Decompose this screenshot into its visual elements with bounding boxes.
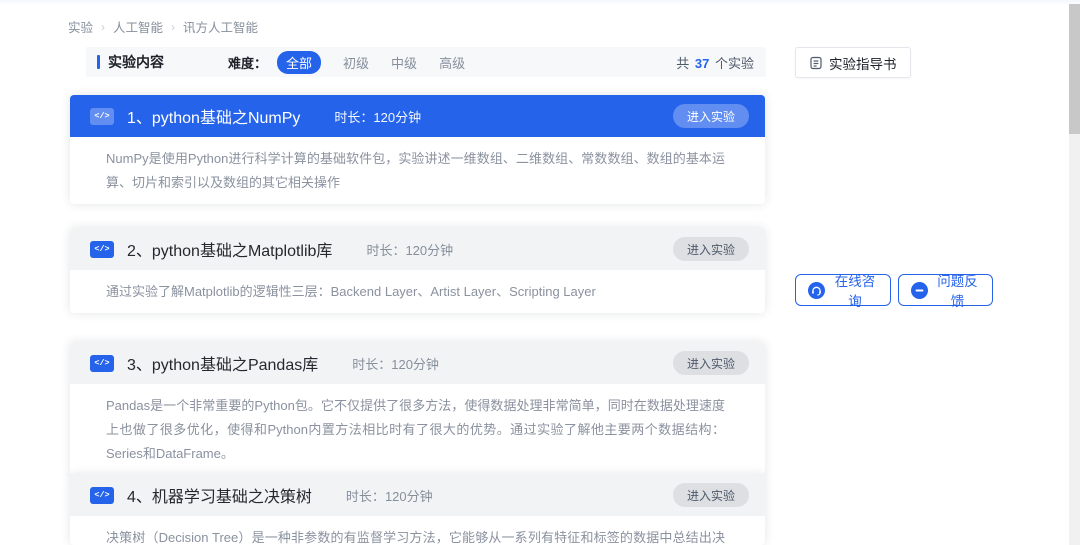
experiment-description: 决策树（Decision Tree）是一种非参数的有监督学习方法，它能够从一系列… <box>70 516 765 545</box>
online-consult-button[interactable]: 在线咨询 <box>795 274 891 306</box>
breadcrumb-item-ai[interactable]: 人工智能 <box>113 17 163 36</box>
breadcrumb-separator: › <box>101 20 105 34</box>
experiment-card: </> 1、python基础之NumPy 时长：120分钟 进入实验 NumPy… <box>70 95 765 204</box>
enter-experiment-button[interactable]: 进入实验 <box>673 483 749 507</box>
experiment-description: Pandas是一个非常重要的Python包。它不仅提供了很多方法，使得数据处理非… <box>70 384 765 475</box>
experiment-duration: 时长：120分钟 <box>352 354 439 373</box>
experiment-count-value: 37 <box>693 56 711 71</box>
experiment-title: 4、机器学习基础之决策树 <box>127 483 312 507</box>
scrollbar-thumb[interactable] <box>1069 4 1080 134</box>
experiment-card: </> 4、机器学习基础之决策树 时长：120分钟 进入实验 决策树（Decis… <box>70 474 765 545</box>
experiment-card: </> 3、python基础之Pandas库 时长：120分钟 进入实验 Pan… <box>70 342 765 475</box>
section-accent-bar <box>97 55 100 69</box>
chat-icon <box>911 282 928 299</box>
experiment-count: 共 37 个实验 <box>676 53 754 72</box>
experiment-card-header: </> 2、python基础之Matplotlib库 时长：120分钟 进入实验 <box>70 228 765 270</box>
document-icon <box>809 56 823 70</box>
breadcrumb-separator: › <box>171 20 175 34</box>
experiment-duration: 时长：120分钟 <box>334 107 421 126</box>
difficulty-option-intermediate[interactable]: 中级 <box>391 53 417 72</box>
feedback-button[interactable]: 问题反馈 <box>898 274 993 306</box>
enter-experiment-button[interactable]: 进入实验 <box>673 237 749 261</box>
enter-experiment-button[interactable]: 进入实验 <box>673 351 749 375</box>
experiment-guide-button[interactable]: 实验指导书 <box>795 47 911 78</box>
code-icon: </> <box>90 108 114 125</box>
code-icon: </> <box>90 241 114 258</box>
filter-toolbar: 实验内容 难度： 全部 初级 中级 高级 共 37 个实验 <box>86 47 766 77</box>
experiment-card-header: </> 4、机器学习基础之决策树 时长：120分钟 进入实验 <box>70 474 765 516</box>
breadcrumb: 实验 › 人工智能 › 讯方人工智能 <box>68 17 258 36</box>
experiment-list-page: 实验 › 人工智能 › 讯方人工智能 实验内容 难度： 全部 初级 中级 高级 … <box>0 0 1080 545</box>
experiment-card: </> 2、python基础之Matplotlib库 时长：120分钟 进入实验… <box>70 228 765 313</box>
feedback-label: 问题反馈 <box>935 270 980 310</box>
online-consult-label: 在线咨询 <box>832 270 878 310</box>
difficulty-label: 难度： <box>228 53 267 72</box>
enter-experiment-button[interactable]: 进入实验 <box>673 104 749 128</box>
experiment-card-header: </> 1、python基础之NumPy 时长：120分钟 进入实验 <box>70 95 765 137</box>
code-icon: </> <box>90 355 114 372</box>
breadcrumb-item-experiments[interactable]: 实验 <box>68 17 93 36</box>
headset-icon <box>808 282 825 299</box>
section-title: 实验内容 <box>108 52 164 72</box>
experiment-title: 2、python基础之Matplotlib库 <box>127 237 332 261</box>
scrollbar-track[interactable] <box>1069 4 1080 545</box>
experiment-description: 通过实验了解Matplotlib的逻辑性三层：Backend Layer、Art… <box>70 270 765 313</box>
code-icon: </> <box>90 487 114 504</box>
experiment-duration: 时长：120分钟 <box>366 240 453 259</box>
experiment-title: 3、python基础之Pandas库 <box>127 351 318 375</box>
breadcrumb-item-xunfang-ai[interactable]: 讯方人工智能 <box>183 17 258 36</box>
experiment-card-header: </> 3、python基础之Pandas库 时长：120分钟 进入实验 <box>70 342 765 384</box>
experiment-description: NumPy是使用Python进行科学计算的基础软件包，实验讲述一维数组、二维数组… <box>70 137 765 204</box>
top-strip <box>0 0 1080 4</box>
experiment-title: 1、python基础之NumPy <box>127 104 300 128</box>
difficulty-option-advanced[interactable]: 高级 <box>439 53 465 72</box>
experiment-guide-label: 实验指导书 <box>829 53 897 73</box>
experiment-duration: 时长：120分钟 <box>346 486 433 505</box>
difficulty-option-all[interactable]: 全部 <box>277 51 321 74</box>
difficulty-option-beginner[interactable]: 初级 <box>343 53 369 72</box>
difficulty-filter: 难度： 全部 初级 中级 高级 <box>228 51 465 74</box>
